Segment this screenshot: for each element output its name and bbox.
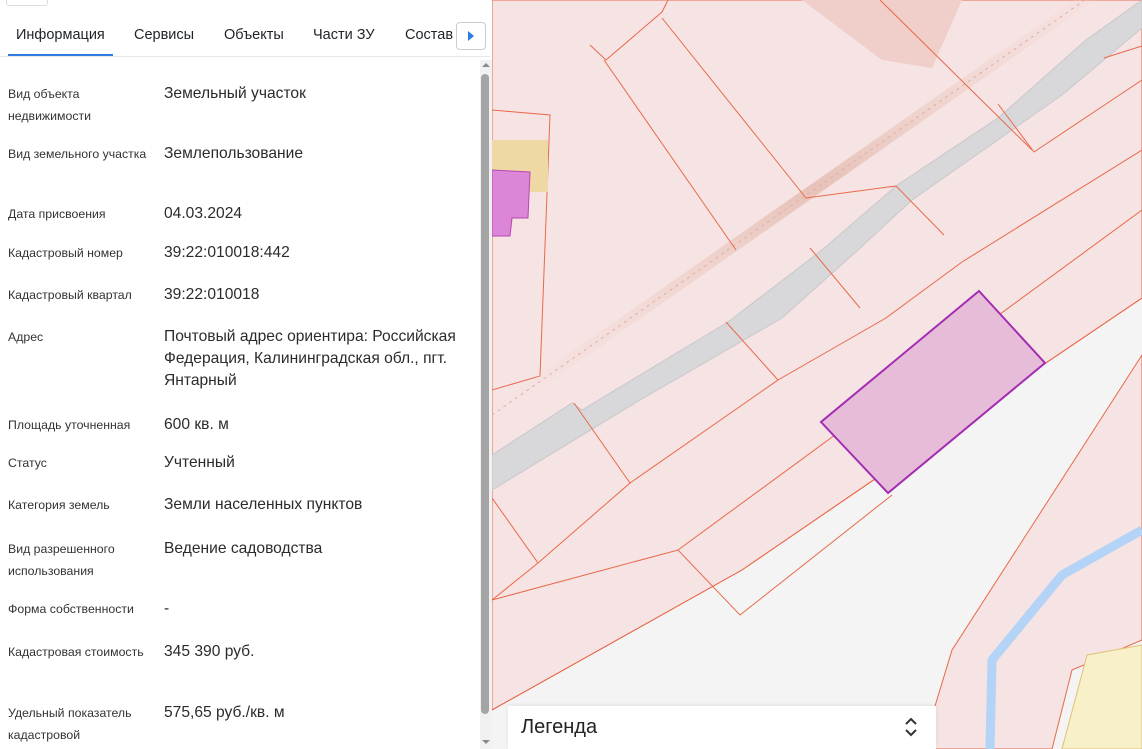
tab-information[interactable]: Информация	[8, 18, 113, 56]
scrollbar-thumb[interactable]	[481, 74, 489, 714]
field-value: 04.03.2024	[164, 205, 243, 222]
tab-parcel-parts[interactable]: Части ЗУ	[313, 18, 375, 54]
field-label: Дата присвоения	[8, 207, 106, 221]
cadastral-map[interactable]: Легенда	[492, 0, 1142, 749]
triangle-right-icon	[468, 31, 474, 41]
field-value: Почтовый адрес ориентира: Российская Фед…	[164, 328, 456, 389]
field-label: Вид разрешенного использования	[8, 542, 115, 578]
scroll-up-arrow-icon[interactable]	[481, 60, 491, 70]
field-label: Статус	[8, 456, 47, 470]
field-label: Вид объекта недвижимости	[8, 87, 91, 123]
field-value: 600 кв. м	[164, 416, 229, 433]
field-value: Землепользование	[164, 145, 304, 162]
field-label: Форма собственности	[8, 602, 134, 616]
panel-top-button[interactable]	[6, 0, 48, 6]
map-canvas[interactable]	[492, 0, 1142, 749]
field-value[interactable]: 39:22:010018	[164, 284, 476, 306]
field-value: -	[164, 600, 170, 617]
tab-services[interactable]: Сервисы	[134, 18, 194, 54]
legend-title: Легенда	[521, 716, 598, 738]
field-label: Кадастровый номер	[8, 246, 123, 260]
field-label: Категория земель	[8, 498, 110, 512]
tab-scroll-right-button[interactable]	[456, 22, 486, 50]
field-value: Ведение садоводства	[164, 540, 323, 557]
field-label: Кадастровый квартал	[8, 288, 132, 302]
info-panel: Информация Сервисы Объекты Части ЗУ Сост…	[0, 0, 492, 749]
field-value: 575,65 руб./кв. м	[164, 704, 285, 721]
field-label: Вид земельного участка	[8, 147, 147, 161]
tab-composition[interactable]: Состав	[405, 18, 453, 54]
field-value[interactable]: 39:22:010018:442	[164, 242, 476, 264]
field-value: 345 390 руб.	[164, 643, 255, 660]
tab-objects[interactable]: Объекты	[224, 18, 284, 54]
chevron-up-down-icon[interactable]	[901, 715, 921, 739]
scroll-down-arrow-icon[interactable]	[481, 737, 491, 747]
field-label: Площадь уточненная	[8, 418, 131, 432]
field-value: Земли населенных пунктов	[164, 496, 363, 513]
field-value: Учтенный	[164, 454, 235, 471]
field-label: Кадастровая стоимость	[8, 645, 144, 659]
field-label: Удельный показатель кадастровой	[8, 706, 132, 742]
field-label: Адрес	[8, 330, 44, 344]
tab-bar: Информация Сервисы Объекты Части ЗУ Сост…	[0, 18, 490, 57]
field-value: Земельный участок	[164, 85, 306, 102]
legend-bar[interactable]: Легенда	[508, 706, 936, 749]
